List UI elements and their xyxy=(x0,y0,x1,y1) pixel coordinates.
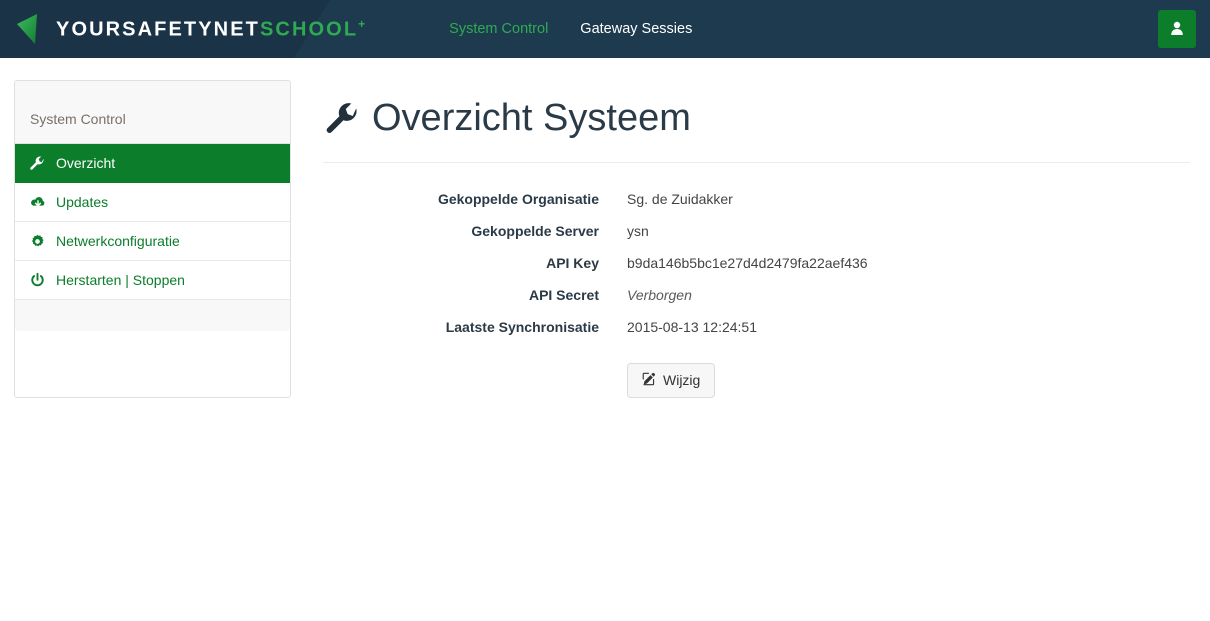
brand-text: YOURSAFETYNETSCHOOL+ xyxy=(56,18,365,40)
sidebar-item-herstarten-stoppen[interactable]: Herstarten | Stoppen xyxy=(15,261,290,300)
detail-term: Gekoppelde Organisatie xyxy=(437,190,599,207)
sidebar-item-updates[interactable]: Updates xyxy=(15,183,290,222)
page-title-text: Overzicht Systeem xyxy=(372,97,691,139)
detail-row-gekoppelde-server: Gekoppelde Server ysn xyxy=(321,223,1190,239)
sidebar-heading: System Control xyxy=(15,81,290,144)
edit-button[interactable]: Wijzig xyxy=(627,362,716,398)
sidebar-panel: System Control Overzicht Updates Netwerk… xyxy=(14,80,291,398)
pencil-square-icon xyxy=(642,372,656,389)
triangle-left-logo-mark-icon xyxy=(16,12,46,46)
detail-value: b9da146b5bc1e27d4d2479fa22aef436 xyxy=(627,254,868,271)
detail-term: Laatste Synchronisatie xyxy=(445,318,599,335)
detail-value: 2015-08-13 12:24:51 xyxy=(627,318,757,335)
sidebar-item-label: Updates xyxy=(56,194,109,210)
sidebar-item-overzicht[interactable]: Overzicht xyxy=(15,144,290,183)
detail-row-api-secret: API Secret Verborgen xyxy=(321,287,1190,303)
detail-term: API Secret xyxy=(528,286,599,303)
navbar-right-zone xyxy=(1158,0,1196,58)
detail-term: API Key xyxy=(546,254,599,271)
sidebar-item-label: Netwerkconfiguratie xyxy=(56,233,180,249)
top-navbar: YOURSAFETYNETSCHOOL+ System Control Gate… xyxy=(0,0,1210,58)
detail-value: ysn xyxy=(627,222,649,239)
edit-button-label: Wijzig xyxy=(663,372,701,389)
detail-row-api-key: API Key b9da146b5bc1e27d4d2479fa22aef436 xyxy=(321,255,1190,271)
cloud-download-icon xyxy=(30,196,47,209)
gear-icon xyxy=(30,234,47,249)
sidebar-nav-list: Overzicht Updates Netwerkconfiguratie He… xyxy=(15,144,290,300)
sidebar-item-label: Herstarten | Stoppen xyxy=(56,272,185,288)
brand-name-secondary: SCHOOL xyxy=(259,18,359,41)
brand-logo[interactable]: YOURSAFETYNETSCHOOL+ xyxy=(0,0,365,58)
nav-link-gateway-sessies[interactable]: Gateway Sessies xyxy=(564,0,708,58)
sidebar-footer xyxy=(15,300,290,331)
navbar-links: System Control Gateway Sessies xyxy=(433,0,708,58)
brand-name-suffix: + xyxy=(358,17,366,32)
brand-name-primary: YOURSAFETYNET xyxy=(56,18,260,41)
page-body: System Control Overzicht Updates Netwerk… xyxy=(0,58,1210,398)
wrench-icon xyxy=(326,102,360,136)
title-divider xyxy=(323,161,1190,163)
action-row: Wijzig xyxy=(321,362,1190,398)
sidebar-item-netwerkconfiguratie[interactable]: Netwerkconfiguratie xyxy=(15,222,290,261)
page-title: Overzicht Systeem xyxy=(326,97,1190,140)
detail-value: Sg. de Zuidakker xyxy=(627,190,733,207)
sidebar-item-label: Overzicht xyxy=(56,155,116,171)
user-account-button[interactable] xyxy=(1158,10,1196,48)
nav-link-system-control[interactable]: System Control xyxy=(433,0,564,58)
detail-row-laatste-synchronisatie: Laatste Synchronisatie 2015-08-13 12:24:… xyxy=(321,319,1190,335)
wrench-icon xyxy=(30,155,47,171)
main-content: Overzicht Systeem Gekoppelde Organisatie… xyxy=(291,80,1200,398)
detail-value: Verborgen xyxy=(627,286,692,303)
power-icon xyxy=(30,272,47,288)
system-details-list: Gekoppelde Organisatie Sg. de Zuidakker … xyxy=(321,191,1190,335)
detail-term: Gekoppelde Server xyxy=(471,222,599,239)
detail-row-gekoppelde-organisatie: Gekoppelde Organisatie Sg. de Zuidakker xyxy=(321,191,1190,207)
user-icon xyxy=(1169,20,1185,39)
